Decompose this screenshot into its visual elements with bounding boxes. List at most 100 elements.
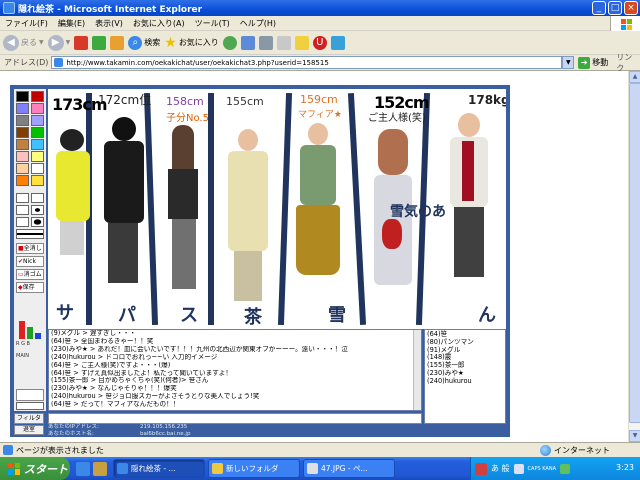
start-label: スタート xyxy=(24,462,68,476)
drawing-canvas[interactable]: 173cm 172cm位 158cm 子分No.5 155cm 159cm マフ… xyxy=(48,89,506,329)
standard-toolbar: ◀ 戻る ▼ ▶ ▼ ⌕ 検索 ★ お気に入り U xyxy=(0,31,640,55)
edit-icon[interactable] xyxy=(276,35,291,50)
list-item[interactable]: (240)hukurou xyxy=(427,377,503,386)
favorites-button[interactable]: ★ お気に入り xyxy=(164,35,219,51)
palette-color-8[interactable] xyxy=(31,127,44,138)
pen-size-large[interactable] xyxy=(31,205,44,215)
pen-size-small[interactable] xyxy=(16,193,29,203)
status-text: ページが表示されました xyxy=(16,445,104,455)
menu-help[interactable]: ヘルプ(H) xyxy=(235,18,281,29)
back-arrow-icon: ◀ xyxy=(3,34,19,51)
green-bar[interactable] xyxy=(27,327,33,339)
menu-bar: ファイル(F) 編集(E) 表示(V) お気に入り(A) ツール(T) ヘルプ(… xyxy=(0,16,640,31)
desktop-quicklaunch-icon[interactable] xyxy=(93,461,107,476)
maximize-button[interactable]: □ xyxy=(608,1,622,15)
taskbar-item-folder[interactable]: 新しいフォルダ xyxy=(208,459,300,478)
forward-button[interactable]: ▶ ▼ xyxy=(47,34,70,51)
back-button[interactable]: ◀ 戻る ▼ xyxy=(3,34,44,51)
eraser-button[interactable]: ▭消ゴム xyxy=(16,269,44,280)
filter-button[interactable]: フィルタ xyxy=(14,413,44,424)
scroll-up-arrow[interactable]: ▲ xyxy=(629,71,640,83)
home-icon[interactable] xyxy=(110,35,125,50)
menu-edit[interactable]: 編集(E) xyxy=(53,18,90,29)
blue-bar[interactable] xyxy=(35,333,41,339)
palette-color-14[interactable] xyxy=(31,163,44,174)
start-button[interactable]: スタート xyxy=(0,457,70,480)
menu-view[interactable]: 表示(V) xyxy=(90,18,128,29)
network-icon[interactable] xyxy=(560,463,571,474)
history-icon[interactable] xyxy=(222,35,237,50)
search-button[interactable]: ⌕ 検索 xyxy=(128,35,160,50)
mail-icon[interactable] xyxy=(240,35,255,50)
research-icon[interactable] xyxy=(330,35,345,50)
palette-color-6[interactable] xyxy=(31,115,44,126)
menu-tools[interactable]: ツール(T) xyxy=(190,18,235,29)
palette-color-15[interactable] xyxy=(16,175,29,186)
bottom-scribble-4: 茶 xyxy=(244,307,262,328)
star-icon: ★ xyxy=(164,34,177,51)
page-icon xyxy=(54,58,64,67)
caption-3: ご主人様(笑) xyxy=(368,113,426,124)
red-bar[interactable] xyxy=(19,321,25,339)
user-list[interactable]: (64)笹 (80)パンツマン (91)メグル (148)霰 (155)茶一郎 … xyxy=(424,329,506,424)
pen-size-thin-line[interactable] xyxy=(16,217,29,227)
line-width-selector[interactable] xyxy=(16,229,44,239)
scroll-down-arrow[interactable]: ▼ xyxy=(629,430,640,442)
discuss-icon[interactable] xyxy=(294,35,309,50)
chat-scrollbar[interactable] xyxy=(413,330,421,410)
palette-color-2[interactable] xyxy=(31,91,44,102)
refresh-icon[interactable] xyxy=(92,35,107,50)
rgb-slider-bars[interactable] xyxy=(17,319,43,339)
chat-log[interactable]: (9)メグル > 遅すぎし・・・ (64)笹 > 全国まわるきゃー！！笑 (23… xyxy=(48,329,422,411)
palette-color-4[interactable] xyxy=(31,103,44,114)
pen-size-dot[interactable] xyxy=(31,193,44,203)
save-button[interactable]: ◆保存 xyxy=(16,282,44,293)
canvas-divider-2 xyxy=(143,92,159,326)
minimize-button[interactable]: _ xyxy=(592,1,606,15)
palette-color-13[interactable] xyxy=(16,163,29,174)
go-button[interactable]: ➔ 移動 xyxy=(578,56,608,69)
palette-color-3[interactable] xyxy=(16,103,29,114)
nick-button[interactable]: ✔Nick xyxy=(16,256,44,267)
address-dropdown[interactable]: ▼ xyxy=(562,56,575,69)
caption-1: 子分No.5 xyxy=(166,113,209,124)
taskbar-item-paint[interactable]: 47.JPG - ペ... xyxy=(303,459,395,478)
palette-color-1[interactable] xyxy=(16,91,29,102)
address-input[interactable]: http://www.takamin.com/oekakichat/user/o… xyxy=(51,56,563,69)
pen-size-medium[interactable] xyxy=(16,205,29,215)
ime-pad-icon[interactable] xyxy=(513,463,524,474)
menu-file[interactable]: ファイル(F) xyxy=(0,18,53,29)
ime-mode[interactable]: あ 般 xyxy=(491,463,510,474)
status-bar: ページが表示されました インターネット xyxy=(0,442,640,457)
page-scrollbar[interactable]: ▲ ▼ xyxy=(628,71,640,442)
menu-favorites[interactable]: お気に入り(A) xyxy=(128,18,190,29)
figure-4-head xyxy=(238,129,258,151)
paint-icon xyxy=(307,463,318,474)
chat-message-input[interactable] xyxy=(48,413,422,424)
window-titlebar[interactable]: 隠れ絵茶 - Microsoft Internet Explorer _ □ × xyxy=(0,0,640,16)
eraser-label: 消ゴム xyxy=(23,271,42,278)
messenger-icon[interactable]: U xyxy=(312,35,327,50)
taskbar-item-browser[interactable]: 隠れ絵茶 - ... xyxy=(113,459,205,478)
canvas-divider-5 xyxy=(347,93,367,325)
clock[interactable]: 3:23 xyxy=(616,463,634,472)
palette-color-12[interactable] xyxy=(31,151,44,162)
exit-room-button[interactable]: 退室 xyxy=(14,425,44,435)
ime-icon[interactable] xyxy=(475,462,487,475)
palette-color-7[interactable] xyxy=(16,127,29,138)
scroll-thumb[interactable] xyxy=(629,83,640,423)
palette-color-5[interactable] xyxy=(16,115,29,126)
clear-all-button[interactable]: ■全消し xyxy=(16,243,44,254)
print-icon[interactable] xyxy=(258,35,273,50)
close-button[interactable]: × xyxy=(624,1,638,15)
palette-color-16[interactable] xyxy=(31,175,44,186)
palette-color-11[interactable] xyxy=(16,151,29,162)
scroll-tool-button[interactable] xyxy=(16,389,44,401)
canvas-divider-4 xyxy=(277,92,293,326)
palette-color-10[interactable] xyxy=(31,139,44,150)
chat-line: (230)みや★ > あれだ！皿に会いたいです！！！九州の北西辺か関東オフかーー… xyxy=(51,345,348,353)
palette-color-9[interactable] xyxy=(16,139,29,150)
ie-quicklaunch-icon[interactable] xyxy=(76,461,90,476)
pen-size-xlarge[interactable] xyxy=(31,217,44,227)
stop-icon[interactable] xyxy=(74,35,89,50)
